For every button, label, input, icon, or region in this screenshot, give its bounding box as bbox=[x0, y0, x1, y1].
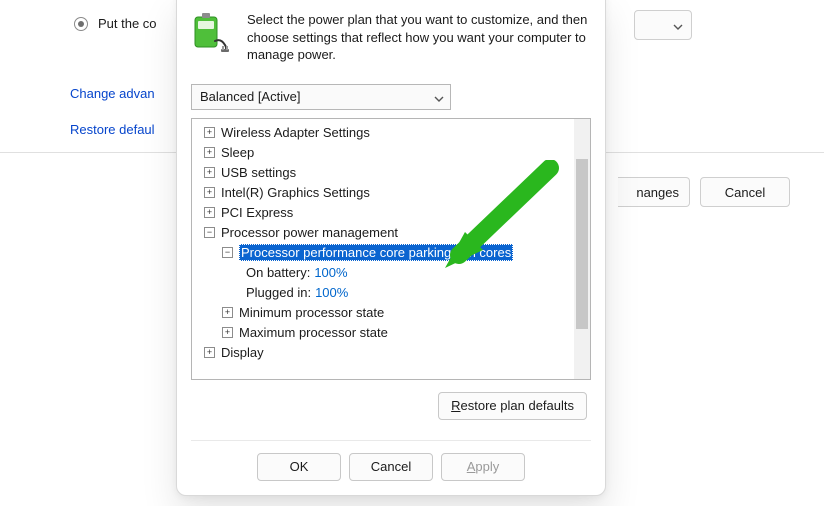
radio-icon[interactable] bbox=[74, 17, 88, 31]
tree-label: Maximum processor state bbox=[239, 325, 388, 340]
tree-label: Display bbox=[221, 345, 264, 360]
expand-icon[interactable]: + bbox=[204, 167, 215, 178]
tree-value[interactable]: 100% bbox=[315, 285, 348, 300]
tree-label: USB settings bbox=[221, 165, 296, 180]
tree-node[interactable]: −Processor power management bbox=[198, 223, 574, 243]
bg-save-changes-button-fragment[interactable]: nanges bbox=[618, 177, 690, 207]
expand-icon[interactable]: + bbox=[204, 147, 215, 158]
expand-icon[interactable]: + bbox=[222, 307, 233, 318]
tree-node[interactable]: + Display bbox=[198, 343, 574, 363]
plan-selected-value: Balanced [Active] bbox=[200, 89, 300, 104]
settings-tree[interactable]: + Wireless Adapter Settings + Sleep + USB set… bbox=[191, 118, 591, 380]
tree-node[interactable]: + Maximum processor state bbox=[198, 323, 574, 343]
power-options-dialog: Select the power plan that you want to c… bbox=[176, 0, 606, 496]
expand-icon[interactable]: + bbox=[204, 127, 215, 138]
tree-label: Processor power management bbox=[221, 225, 398, 240]
bg-cancel-label: Cancel bbox=[725, 185, 765, 200]
link-change-advanced[interactable]: Change advan bbox=[70, 86, 155, 101]
link-restore-defaults[interactable]: Restore defaul bbox=[70, 122, 155, 137]
battery-plug-icon bbox=[191, 11, 233, 53]
power-plan-select[interactable]: Balanced [Active] bbox=[191, 84, 451, 110]
apply-button: Apply bbox=[441, 453, 525, 481]
tree-node[interactable]: + Intel(R) Graphics Settings bbox=[198, 183, 574, 203]
tree-node[interactable]: + Sleep bbox=[198, 143, 574, 163]
tree-label: Intel(R) Graphics Settings bbox=[221, 185, 370, 200]
tree-label: PCI Express bbox=[221, 205, 293, 220]
restore-plan-defaults-button[interactable]: Restore plan defaults bbox=[438, 392, 587, 420]
expand-icon[interactable]: + bbox=[204, 207, 215, 218]
bg-radio-label: Put the co bbox=[98, 16, 157, 31]
tree-node[interactable]: + USB settings bbox=[198, 163, 574, 183]
ok-button[interactable]: OK bbox=[257, 453, 341, 481]
tree-leaf[interactable]: On battery: 100% bbox=[198, 263, 574, 283]
restore-label-rest: estore plan defaults bbox=[461, 398, 574, 413]
expand-icon[interactable]: + bbox=[222, 327, 233, 338]
tree-node[interactable]: + Wireless Adapter Settings bbox=[198, 123, 574, 143]
tree-label: Minimum processor state bbox=[239, 305, 384, 320]
cancel-button[interactable]: Cancel bbox=[349, 453, 433, 481]
cancel-label: Cancel bbox=[371, 459, 411, 474]
bg-anges-label: nanges bbox=[636, 185, 679, 200]
tree-label: Processor performance core parking min c… bbox=[239, 244, 513, 261]
ok-label: OK bbox=[290, 459, 309, 474]
bg-cancel-button[interactable]: Cancel bbox=[700, 177, 790, 207]
tree-node[interactable]: + Minimum processor state bbox=[198, 303, 574, 323]
tree-value[interactable]: 100% bbox=[314, 265, 347, 280]
collapse-icon[interactable]: − bbox=[204, 227, 215, 238]
bg-radio-row: Put the co bbox=[74, 16, 157, 31]
bg-dropdown[interactable] bbox=[634, 10, 692, 40]
tree-scrollbar[interactable] bbox=[574, 119, 590, 379]
tree-label: Sleep bbox=[221, 145, 254, 160]
dialog-separator bbox=[191, 440, 591, 441]
collapse-icon[interactable]: − bbox=[222, 247, 233, 258]
expand-icon[interactable]: + bbox=[204, 347, 215, 358]
apply-label-rest: pply bbox=[475, 459, 499, 474]
scrollbar-thumb[interactable] bbox=[576, 159, 588, 329]
tree-node[interactable]: −Processor performance core parking min … bbox=[198, 243, 574, 263]
expand-icon[interactable]: + bbox=[204, 187, 215, 198]
chevron-down-icon bbox=[434, 92, 444, 102]
chevron-down-icon bbox=[673, 20, 683, 30]
tree-node[interactable]: + PCI Express bbox=[198, 203, 574, 223]
restore-accesskey: R bbox=[451, 398, 460, 413]
tree-label: Wireless Adapter Settings bbox=[221, 125, 370, 140]
tree-label: On battery: bbox=[246, 265, 310, 280]
dialog-description: Select the power plan that you want to c… bbox=[247, 11, 591, 64]
tree-leaf[interactable]: Plugged in: 100% bbox=[198, 283, 574, 303]
tree-label: Plugged in: bbox=[246, 285, 311, 300]
